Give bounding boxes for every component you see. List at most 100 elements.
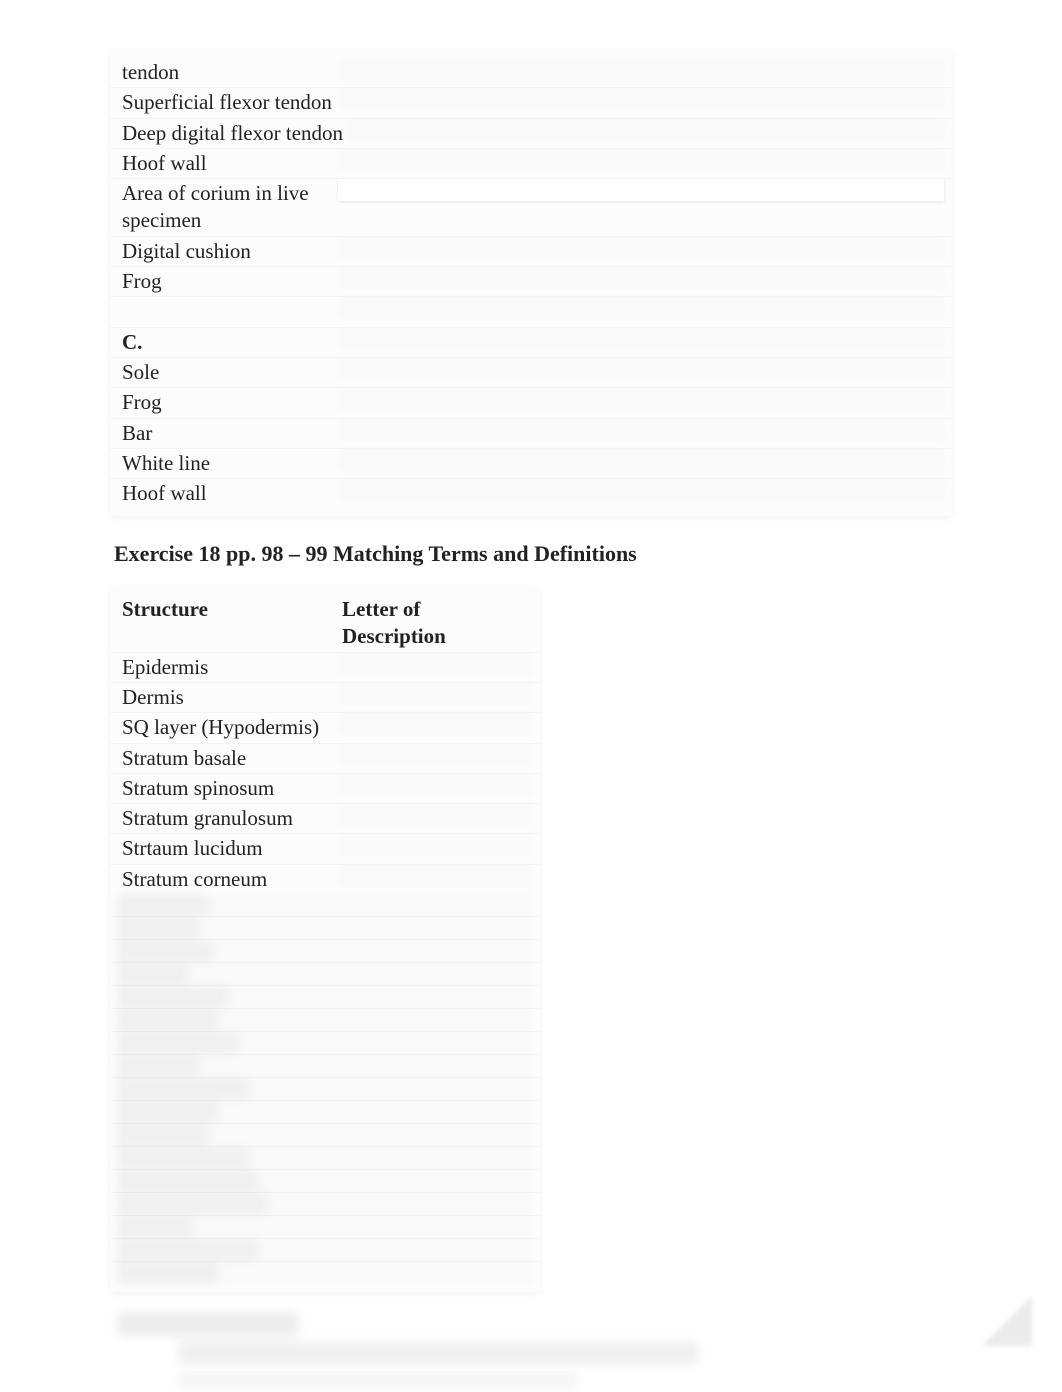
page-corner-fold — [982, 1296, 1032, 1346]
blurred-cell — [338, 804, 532, 826]
list-item: Bar — [110, 419, 952, 449]
table-row-blurred — [110, 1239, 540, 1262]
item-label: Area of corium in live specimen — [118, 179, 338, 236]
table-row: Stratum spinosum — [110, 774, 540, 804]
table-row: SQ layer (Hypodermis) — [110, 713, 540, 743]
blurred-label — [118, 963, 188, 985]
blurred-cell — [338, 388, 944, 410]
item-label: tendon — [118, 58, 338, 87]
blurred-cell — [338, 713, 532, 735]
item-label: Bar — [118, 419, 338, 448]
table-row-blurred — [110, 1055, 540, 1078]
table-row-blurred — [110, 1009, 540, 1032]
blurred-cell — [208, 894, 532, 916]
list-item: Hoof wall — [110, 149, 952, 179]
exercise-heading: Exercise 18 pp. 98 – 99 Matching Terms a… — [110, 540, 952, 569]
list-item: Area of corium in live specimen — [110, 179, 952, 237]
blurred-heading — [118, 1312, 298, 1336]
blurred-cell — [248, 1078, 532, 1100]
list-item: White line — [110, 449, 952, 479]
blurred-cell — [347, 119, 944, 141]
structure-label: SQ layer (Hypodermis) — [118, 713, 338, 742]
blurred-answer-line — [178, 1372, 578, 1392]
blurred-label — [118, 1147, 248, 1169]
item-label: Deep digital flexor tendon — [118, 119, 347, 148]
blurred-cell — [338, 297, 944, 319]
structure-label: Stratum basale — [118, 744, 338, 773]
table-row-blurred — [110, 917, 540, 940]
table-row-blurred — [110, 1262, 540, 1284]
blurred-cell — [248, 1147, 532, 1169]
table-row-blurred — [110, 963, 540, 986]
blurred-cell — [338, 237, 944, 259]
blurred-cell — [213, 940, 532, 962]
blurred-cell — [338, 479, 944, 501]
blurred-cell — [338, 683, 532, 705]
table-row: Epidermis — [110, 653, 540, 683]
table-row-blurred — [110, 1124, 540, 1147]
structure-label: Dermis — [118, 683, 338, 712]
table-header-row: Structure Letter of Description — [110, 595, 540, 653]
blurred-label — [118, 1078, 248, 1100]
blurred-label — [118, 1193, 268, 1215]
table-row-blurred — [110, 1147, 540, 1170]
blurred-label — [118, 940, 213, 962]
table-row-blurred — [110, 1032, 540, 1055]
header-description: Letter of Description — [338, 595, 532, 652]
table-row-blurred — [110, 1216, 540, 1239]
blurred-question-section — [110, 1312, 952, 1392]
blurred-cell — [238, 1032, 532, 1054]
table-row: Stratum corneum — [110, 865, 540, 894]
blurred-cell — [338, 653, 532, 675]
structure-label: Strtaum lucidum — [118, 834, 338, 863]
table-row-blurred — [110, 940, 540, 963]
blurred-cell — [338, 744, 532, 766]
blurred-cell — [338, 358, 944, 380]
blurred-label — [118, 1055, 198, 1077]
structure-label: Stratum corneum — [118, 865, 338, 894]
item-label: Sole — [118, 358, 338, 387]
blurred-cell — [338, 267, 944, 289]
table-row-blurred — [110, 1193, 540, 1216]
list-item: Sole — [110, 358, 952, 388]
item-label: White line — [118, 449, 338, 478]
blurred-cell — [258, 1170, 532, 1192]
blurred-label — [118, 894, 208, 916]
section-c-label-row: C. — [110, 328, 952, 358]
list-item: Deep digital flexor tendon — [110, 119, 952, 149]
table-row: Stratum basale — [110, 744, 540, 774]
blurred-cell — [218, 1262, 532, 1284]
matching-table-block: Structure Letter of Description Epidermi… — [110, 587, 540, 1292]
list-item: Frog — [110, 388, 952, 418]
blurred-label — [118, 986, 228, 1008]
blurred-cell — [338, 449, 944, 471]
blurred-label — [118, 1124, 208, 1146]
item-label: Hoof wall — [118, 149, 338, 178]
list-item: Digital cushion — [110, 237, 952, 267]
item-label: Frog — [118, 388, 338, 417]
blurred-cell — [218, 1101, 532, 1123]
blurred-cell — [208, 1124, 532, 1146]
blurred-label — [118, 1239, 258, 1261]
blurred-label — [118, 1009, 218, 1031]
table-row: Dermis — [110, 683, 540, 713]
blurred-cell — [338, 179, 944, 201]
blurred-cell — [218, 1009, 532, 1031]
table-row: Stratum granulosum — [110, 804, 540, 834]
list-item: Hoof wall — [110, 479, 952, 508]
blurred-label — [118, 1216, 193, 1238]
blurred-cell — [338, 865, 532, 887]
list-a-block: tendon Superficial flexor tendon Deep di… — [110, 50, 952, 516]
blurred-cell — [338, 328, 944, 350]
blurred-question-text — [178, 1342, 698, 1364]
table-row-blurred — [110, 1170, 540, 1193]
list-item: Frog — [110, 267, 952, 297]
item-label: Digital cushion — [118, 237, 338, 266]
table-row-blurred — [110, 1101, 540, 1124]
blurred-cell — [338, 774, 532, 796]
structure-label: Stratum spinosum — [118, 774, 338, 803]
empty-row — [110, 297, 952, 327]
table-row: Strtaum lucidum — [110, 834, 540, 864]
table-row-blurred — [110, 894, 540, 917]
blurred-cell — [198, 917, 532, 939]
